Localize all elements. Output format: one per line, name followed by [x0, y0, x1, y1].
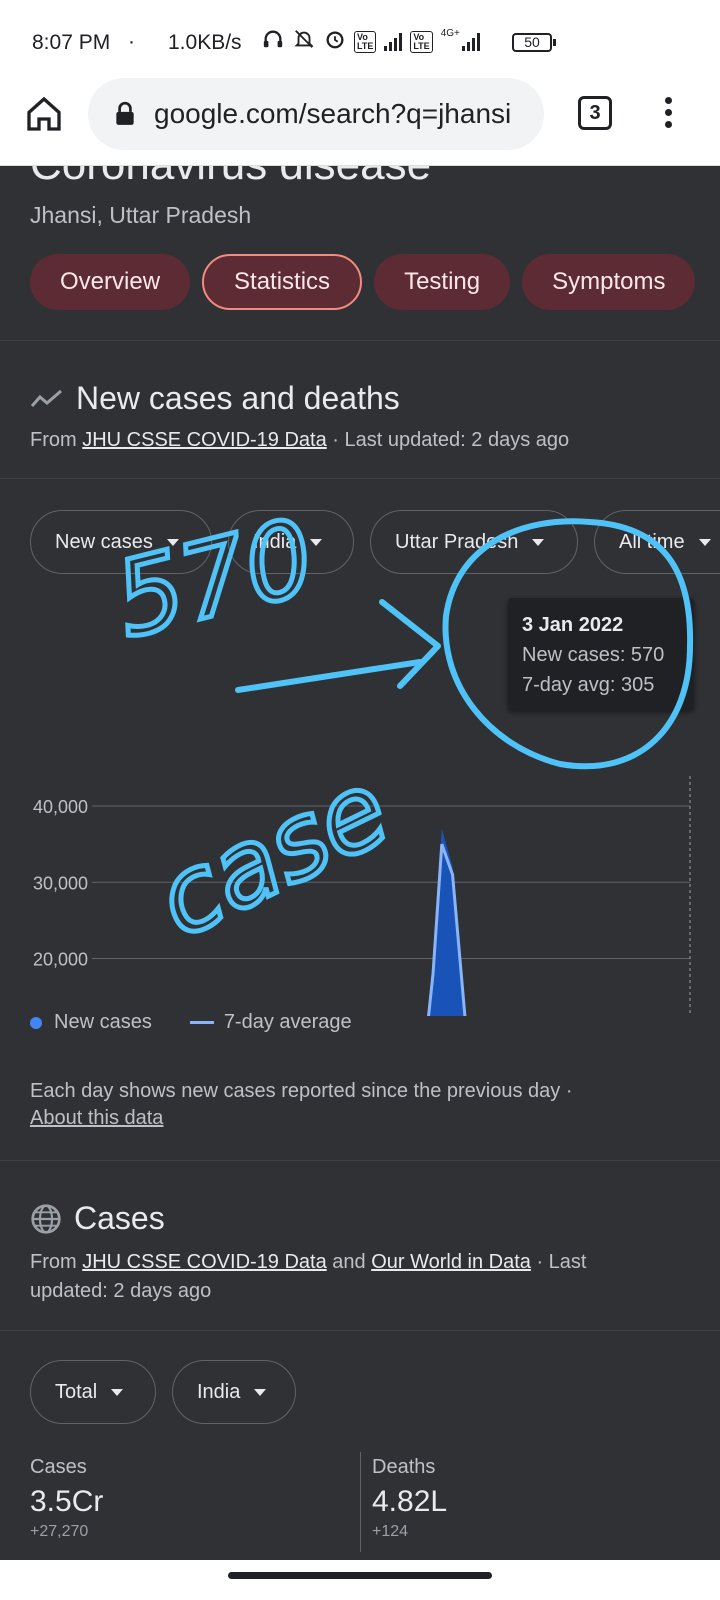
- network-speed: 1.0KB/s: [168, 31, 242, 54]
- total-dropdown[interactable]: Total: [30, 1360, 156, 1424]
- alarm-icon: [324, 28, 346, 55]
- cases-delta: +27,270: [30, 1523, 89, 1540]
- cases-value: 3.5Cr: [30, 1485, 104, 1518]
- tab-switcher-button[interactable]: 3: [578, 96, 612, 130]
- tab-statistics[interactable]: Statistics: [202, 254, 363, 310]
- deaths-label: Deaths: [372, 1456, 436, 1478]
- gesture-handle[interactable]: [228, 1572, 492, 1579]
- cases-label: Cases: [30, 1456, 87, 1478]
- new-cases-title: New cases and deaths: [76, 380, 400, 416]
- overflow-menu-button[interactable]: [656, 94, 680, 134]
- status-separator: ·: [128, 30, 135, 53]
- home-button[interactable]: [24, 94, 64, 134]
- url-text: google.com/search?q=jhansi: [154, 98, 512, 129]
- divider: [0, 478, 720, 479]
- chevron-down-icon: [532, 539, 545, 547]
- chevron-down-icon: [310, 539, 323, 547]
- new-cases-source: From JHU CSSE COVID-19 Data · Last updat…: [30, 429, 570, 451]
- address-bar[interactable]: google.com/search?q=jhansi: [88, 78, 544, 150]
- battery-icon: 50: [512, 33, 556, 52]
- status-bar: 8:07 PM · 1.0KB/s Vo LTE Vo LTE 4G+ 50: [0, 0, 720, 78]
- cases-source: From JHU CSSE COVID-19 Data and Our Worl…: [30, 1251, 587, 1302]
- chart-tooltip: 3 Jan 2022 New cases: 570 7-day avg: 305: [508, 598, 694, 710]
- time-range-dropdown[interactable]: All time: [594, 510, 720, 574]
- country-dropdown[interactable]: India: [228, 510, 354, 574]
- chevron-down-icon: [254, 1389, 267, 1397]
- deaths-stat: Deaths 4.82L +124: [372, 1456, 447, 1541]
- status-icons: Vo LTE Vo LTE 4G+: [262, 28, 480, 55]
- chart-legend: New cases 7-day average: [30, 1011, 352, 1034]
- network-type: 4G+: [440, 28, 460, 39]
- y-tick-label: 30,000: [33, 873, 88, 893]
- volte-icon-2: Vo LTE: [410, 30, 433, 53]
- home-icon: [27, 96, 61, 131]
- lock-icon: [114, 101, 136, 132]
- signal-icon: [384, 32, 403, 51]
- tab-testing[interactable]: Testing: [374, 254, 511, 310]
- clock: 8:07 PM: [32, 31, 111, 54]
- y-tick-label: 20,000: [33, 950, 88, 970]
- avg-legend-marker: [189, 1021, 214, 1024]
- trending-icon: [30, 389, 62, 407]
- divider: [0, 1330, 720, 1331]
- region-dropdown[interactable]: Uttar Pradesh: [370, 510, 578, 574]
- new-cases-area: [427, 828, 465, 1016]
- y-tick-label: 40,000: [33, 797, 88, 817]
- cases-country-dropdown[interactable]: India: [172, 1360, 296, 1424]
- location-subtitle: Jhansi, Uttar Pradesh: [30, 202, 252, 228]
- tooltip-avg: 7-day avg: 305: [522, 674, 655, 696]
- data-note: Each day shows new cases reported since …: [30, 1080, 573, 1129]
- cases-stat: Cases 3.5Cr +27,270: [30, 1456, 103, 1541]
- jhu-source-link-2[interactable]: JHU CSSE COVID-19 Data: [82, 1251, 327, 1273]
- tab-symptoms[interactable]: Symptoms: [522, 254, 696, 310]
- page-title: Coronavirus disease: [30, 166, 431, 190]
- divider: [0, 1160, 720, 1161]
- system-nav-bar: [0, 1560, 720, 1600]
- stat-divider: [360, 1452, 361, 1552]
- chevron-down-icon: [166, 539, 179, 547]
- signal-icon-2: [461, 32, 480, 51]
- tooltip-new-cases: New cases: 570: [522, 644, 665, 666]
- tab-overview[interactable]: Overview: [30, 254, 191, 310]
- tooltip-date: 3 Jan 2022: [522, 614, 624, 636]
- jhu-source-link[interactable]: JHU CSSE COVID-19 Data: [82, 429, 327, 451]
- legend-new-cases: New cases: [54, 1011, 152, 1033]
- divider: [0, 340, 720, 341]
- mute-bell-icon: [292, 28, 316, 55]
- cases-title: Cases: [74, 1200, 165, 1236]
- chevron-down-icon: [698, 539, 711, 547]
- deaths-value: 4.82L: [372, 1485, 448, 1518]
- deaths-delta: +124: [372, 1523, 409, 1540]
- legend-avg: 7-day average: [223, 1011, 352, 1033]
- cases-heading: Cases: [30, 1200, 165, 1237]
- topic-tabs: Overview Statistics Testing Symptoms: [30, 254, 696, 310]
- avg-line: [427, 843, 467, 1016]
- globe-icon: [31, 1203, 61, 1234]
- about-data-link[interactable]: About this data: [30, 1107, 163, 1129]
- new-cases-legend-marker: [30, 1016, 42, 1029]
- chevron-down-icon: [111, 1389, 124, 1397]
- headphones-icon: [262, 28, 284, 55]
- owid-source-link[interactable]: Our World in Data: [371, 1251, 531, 1273]
- browser-toolbar: google.com/search?q=jhansi 3: [0, 78, 720, 166]
- new-cases-heading: New cases and deaths: [30, 380, 400, 417]
- volte-icon: Vo LTE: [354, 30, 377, 53]
- metric-dropdown[interactable]: New cases: [30, 510, 212, 574]
- search-results: Coronavirus disease Jhansi, Uttar Prades…: [0, 166, 720, 1560]
